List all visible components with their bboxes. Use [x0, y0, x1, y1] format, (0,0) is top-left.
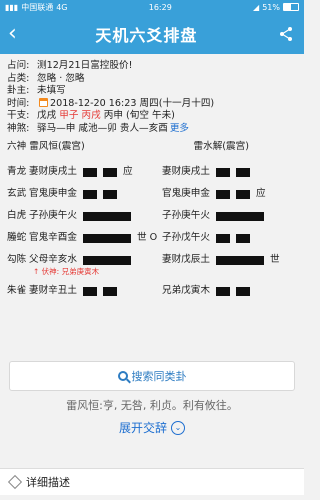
search-similar-button[interactable]: 搜索同类卦: [9, 361, 295, 391]
line-bar: [102, 190, 117, 199]
line-bar: [102, 286, 117, 296]
reading-content: 占问: 测12月21日富控股价! 占类: 忽略 · 忽略 卦主: 未填写 时间: 20…: [0, 54, 304, 302]
line-bar: [235, 168, 250, 177]
expand-yaoci-button[interactable]: 展开交辞 ⌄: [0, 419, 304, 436]
info-shensha: 神煞: 驿马—申 咸池—卯 贵人—亥酉 更多: [7, 122, 190, 136]
share-icon[interactable]: [276, 24, 296, 44]
hexagram-judgement: 雷风恒:亨, 无咎, 利贞。利有攸往。: [66, 399, 238, 412]
search-icon: [117, 371, 128, 381]
line-row: 朱雀 妻财辛丑土 兄弟戊寅木: [7, 280, 297, 302]
calendar-icon: [39, 97, 48, 107]
chevron-down-icon: ⌄: [171, 420, 185, 435]
line-bar: [235, 190, 250, 199]
battery-percent: 51%: [262, 2, 280, 12]
line-bar: [235, 286, 250, 296]
changed-hexagram-title: 雷水解(震宫): [193, 141, 249, 152]
line-bar: [82, 234, 131, 243]
line-bar: [235, 234, 250, 243]
line-bar: [215, 256, 264, 265]
line-row: 玄武 官鬼庚申金 官鬼庚申金应: [7, 188, 266, 200]
clock: 16:29: [148, 2, 172, 12]
carrier: 中国联通: [21, 2, 54, 12]
signal-icon: ▮▮▮: [5, 2, 19, 12]
detail-description-button[interactable]: 详细描述: [0, 468, 304, 495]
line-row: 螣蛇 官鬼辛酉金世 O 子孙戊午火: [7, 228, 297, 250]
status-bar: ▮▮▮ 中国联通 4G 16:29 ◢ 51%: [0, 0, 304, 14]
fushen-note: ↑ 伏神: 兄弟庚寅木: [33, 266, 100, 276]
info-category: 占类: 忽略 · 忽略: [7, 72, 85, 84]
line-row: 青龙 妻财庚戌土应 妻财庚戌土: [7, 162, 297, 184]
main-hexagram-title: 六神 雷风恒(震宫): [7, 141, 85, 152]
hexagram-lines: 青龙 妻财庚戌土应 妻财庚戌土 玄武 官鬼庚申金 官鬼庚申金应 白虎 子孙庚午火 子孙…: [7, 162, 297, 303]
line-bar: [215, 212, 264, 221]
line-bar: [215, 286, 230, 296]
line-bar: [82, 168, 97, 177]
line-bar: [82, 190, 97, 199]
network: 4G: [56, 2, 68, 12]
line-bar: [215, 190, 230, 199]
page-title: 天机六爻排盘: [95, 26, 198, 45]
pen-icon: [7, 474, 23, 490]
line-row: 白虎 子孙庚午火 子孙庚午火: [7, 206, 297, 228]
more-link[interactable]: 更多: [170, 123, 189, 136]
location-icon: ◢: [253, 2, 260, 12]
hexagram-header: 六神 雷风恒(震宫) 雷水解(震宫): [7, 141, 297, 154]
line-bar: [102, 168, 117, 177]
battery-icon: [282, 3, 299, 11]
line-bar: [82, 212, 131, 221]
info-time: 时间: 2018-12-20 16:23 周四 (十一月十四): [7, 97, 215, 109]
info-ganzhi: 干支: 戊戌 甲子 丙戌 丙申 (旬空 午未): [7, 110, 175, 121]
nav-bar: ‹ 天机六爻排盘: [0, 14, 304, 54]
line-bar: [215, 234, 230, 243]
line-bar: [215, 168, 230, 177]
info-owner: 卦主: 未填写: [7, 85, 66, 96]
line-bar: [82, 256, 131, 265]
back-icon[interactable]: ‹: [8, 23, 17, 45]
info-question: 占问: 测12月21日富控股价!: [7, 60, 133, 71]
line-bar: [82, 286, 97, 296]
